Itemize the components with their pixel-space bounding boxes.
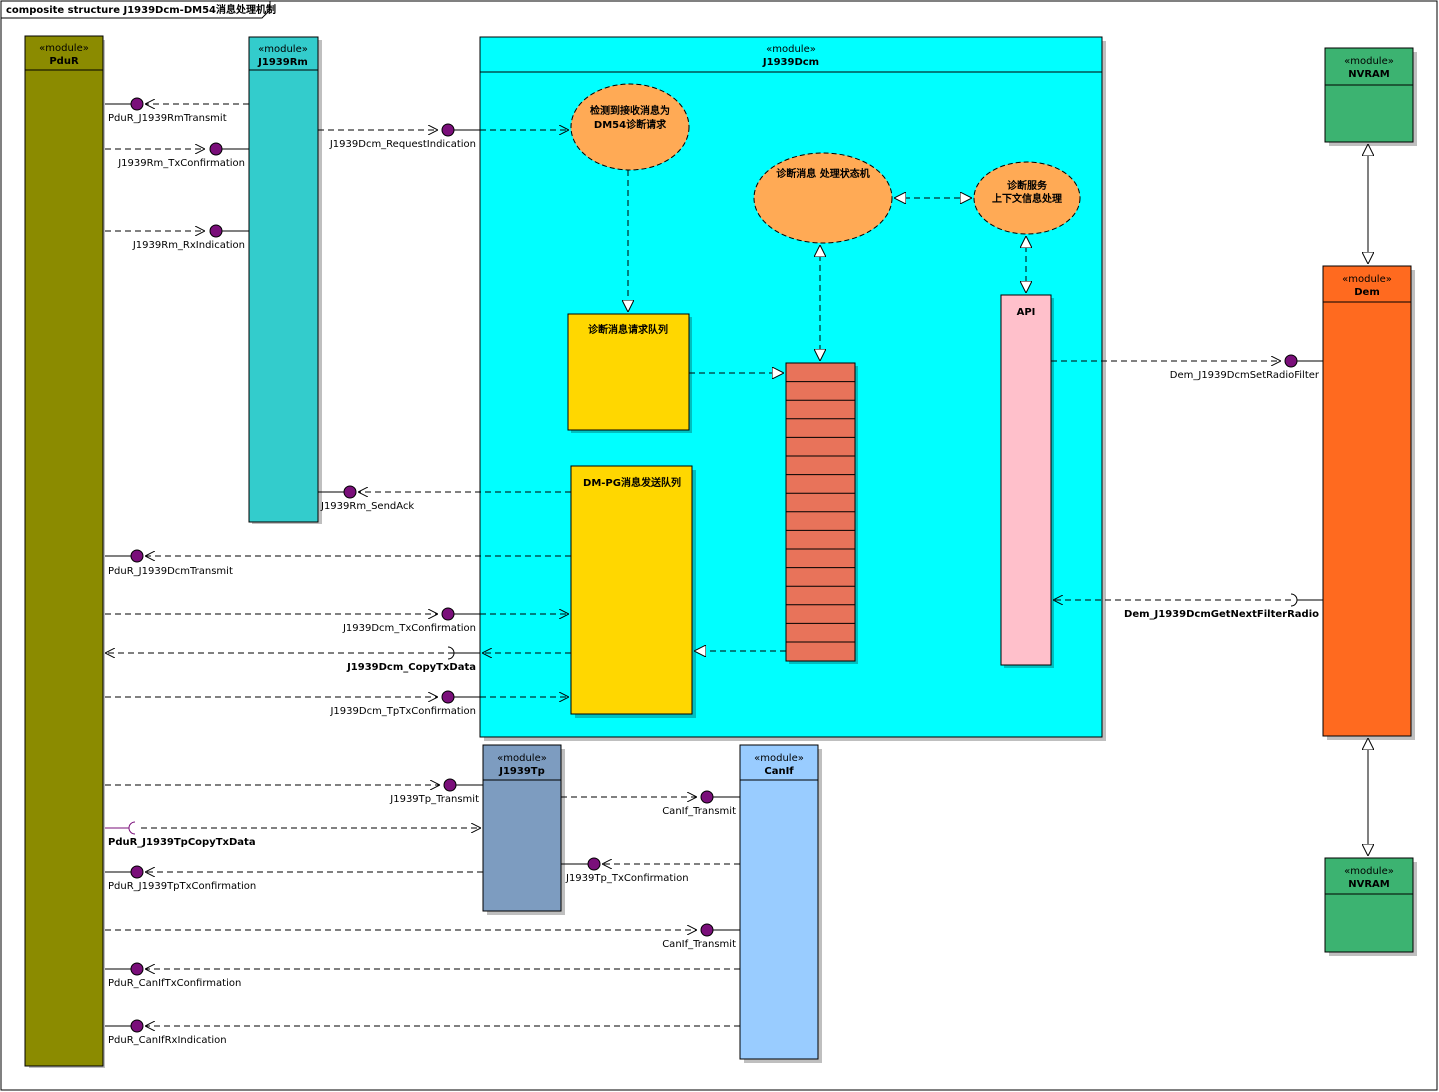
label-j1939tp-txconfirmation: J1939Tp_TxConfirmation bbox=[565, 873, 689, 884]
module-canif-body bbox=[739, 744, 819, 1060]
oval-detect-line2: DM54诊断请求 bbox=[594, 118, 667, 131]
port-j1939dcm-requestindication[interactable] bbox=[441, 123, 455, 137]
oval-state-machine-label: 诊断消息 处理状态机 bbox=[776, 167, 869, 180]
module-j1939tp-name: J1939Tp bbox=[498, 766, 545, 777]
module-dem-stereotype: «module» bbox=[1342, 274, 1392, 285]
api-label: API bbox=[1017, 307, 1036, 318]
port-pdur-canif-rxindication[interactable] bbox=[130, 1019, 144, 1033]
label-pdur-j1939tptxconfirmation: PduR_J1939TpTxConfirmation bbox=[108, 881, 256, 892]
port-j1939rm-sendack[interactable] bbox=[343, 485, 357, 499]
module-pdur-body bbox=[24, 35, 104, 1067]
label-j1939rm-rxindication: J1939Rm_RxIndication bbox=[132, 240, 245, 251]
port-pdur-j1939rmtransmit[interactable] bbox=[130, 97, 144, 111]
module-nvram-top[interactable]: «module» NVRAM bbox=[1324, 47, 1417, 146]
oval-state-machine[interactable]: 诊断消息 处理状态机 bbox=[753, 152, 893, 244]
frame-title: composite structure J1939Dcm-DM54消息处理机制 bbox=[6, 3, 276, 16]
module-pdur-name: PduR bbox=[49, 56, 79, 67]
module-pdur-stereotype: «module» bbox=[39, 43, 89, 54]
module-nvram-bottom-name: NVRAM bbox=[1348, 879, 1390, 890]
module-j1939rm[interactable]: «module» J1939Rm bbox=[248, 36, 322, 524]
module-j1939dcm-stereotype: «module» bbox=[766, 44, 816, 55]
oval-detect-dm54[interactable]: 检测到接收消息为 DM54诊断请求 bbox=[570, 83, 690, 171]
oval-context-line1: 诊断服务 bbox=[1007, 179, 1048, 192]
queue-table[interactable] bbox=[785, 362, 858, 664]
module-j1939dcm-name: J1939Dcm bbox=[762, 57, 819, 68]
module-nvram-top-name: NVRAM bbox=[1348, 69, 1390, 80]
port-j1939dcm-tptxconfirmation[interactable] bbox=[441, 690, 455, 704]
label-dem-setradiofilter: Dem_J1939DcmSetRadioFilter bbox=[1170, 370, 1320, 381]
label-pdur-j1939tpcopytxdata: PduR_J1939TpCopyTxData bbox=[108, 837, 256, 848]
label-canif-transmit-1: CanIf_Transmit bbox=[662, 806, 736, 817]
port-pdur-canif-txconfirmation[interactable] bbox=[130, 962, 144, 976]
port-pdur-j1939dcmtransmit[interactable] bbox=[130, 549, 144, 563]
composite-structure-diagram: composite structure J1939Dcm-DM54消息处理机制 … bbox=[0, 0, 1438, 1091]
module-j1939tp[interactable]: «module» J1939Tp bbox=[482, 744, 565, 915]
label-j1939tp-transmit: J1939Tp_Transmit bbox=[389, 794, 479, 805]
label-j1939rm-txconfirmation: J1939Rm_TxConfirmation bbox=[117, 158, 245, 169]
oval-context[interactable]: 诊断服务 上下文信息处理 bbox=[973, 161, 1081, 235]
send-queue[interactable]: DM-PG消息发送队列 bbox=[570, 465, 696, 718]
label-j1939dcm-requestindication: J1939Dcm_RequestIndication bbox=[329, 139, 476, 150]
label-pdur-j1939rmtransmit: PduR_J1939RmTransmit bbox=[108, 113, 227, 124]
label-j1939dcm-tptxconfirmation: J1939Dcm_TpTxConfirmation bbox=[329, 706, 476, 717]
label-j1939dcm-copytxdata: J1939Dcm_CopyTxData bbox=[346, 662, 476, 673]
module-nvram-top-stereotype: «module» bbox=[1344, 56, 1394, 67]
api-box[interactable]: API bbox=[1000, 294, 1054, 668]
module-j1939tp-stereotype: «module» bbox=[497, 753, 547, 764]
port-pdur-j1939tptxconfirmation[interactable] bbox=[130, 865, 144, 879]
module-dem-name: Dem bbox=[1354, 287, 1380, 298]
port-j1939rm-txconfirmation[interactable] bbox=[209, 142, 223, 156]
send-queue-label: DM-PG消息发送队列 bbox=[583, 476, 681, 489]
oval-detect-line1: 检测到接收消息为 bbox=[590, 104, 670, 117]
request-queue[interactable]: 诊断消息请求队列 bbox=[567, 313, 692, 433]
port-canif-transmit-1[interactable] bbox=[700, 790, 714, 804]
module-j1939rm-name: J1939Rm bbox=[257, 57, 308, 68]
module-canif[interactable]: «module» CanIf bbox=[739, 744, 822, 1063]
module-dem[interactable]: «module» Dem bbox=[1322, 265, 1415, 740]
port-j1939tp-transmit[interactable] bbox=[443, 778, 457, 792]
label-dem-getnextfilterradio: Dem_J1939DcmGetNextFilterRadio bbox=[1124, 609, 1319, 620]
port-j1939rm-rxindication[interactable] bbox=[209, 224, 223, 238]
label-j1939rm-sendack: J1939Rm_SendAck bbox=[320, 501, 414, 512]
module-j1939rm-stereotype: «module» bbox=[258, 44, 308, 55]
send-queue-body bbox=[570, 465, 693, 715]
module-nvram-bottom[interactable]: «module» NVRAM bbox=[1324, 857, 1417, 956]
port-j1939dcm-txconfirmation[interactable] bbox=[441, 607, 455, 621]
oval-context-line2: 上下文信息处理 bbox=[992, 192, 1062, 205]
api-box-body bbox=[1000, 294, 1052, 666]
port-j1939tp-txconfirmation[interactable] bbox=[587, 857, 601, 871]
label-pdur-j1939dcmtransmit: PduR_J1939DcmTransmit bbox=[108, 566, 233, 577]
module-dem-body bbox=[1322, 265, 1412, 737]
module-canif-name: CanIf bbox=[764, 766, 794, 777]
module-j1939rm-body bbox=[248, 36, 319, 523]
port-dem-setradiofilter[interactable] bbox=[1284, 354, 1298, 368]
request-queue-label: 诊断消息请求队列 bbox=[588, 323, 668, 336]
label-canif-transmit-2: CanIf_Transmit bbox=[662, 939, 736, 950]
module-pdur[interactable]: «module» PduR bbox=[24, 35, 105, 1068]
module-canif-stereotype: «module» bbox=[754, 753, 804, 764]
label-pdur-canif-rxindication: PduR_CanIfRxIndication bbox=[108, 1035, 227, 1046]
port-canif-transmit-2[interactable] bbox=[700, 923, 714, 937]
label-pdur-canif-txconfirmation: PduR_CanIfTxConfirmation bbox=[108, 978, 241, 989]
label-j1939dcm-txconfirmation: J1939Dcm_TxConfirmation bbox=[342, 623, 476, 634]
module-nvram-bottom-stereotype: «module» bbox=[1344, 866, 1394, 877]
